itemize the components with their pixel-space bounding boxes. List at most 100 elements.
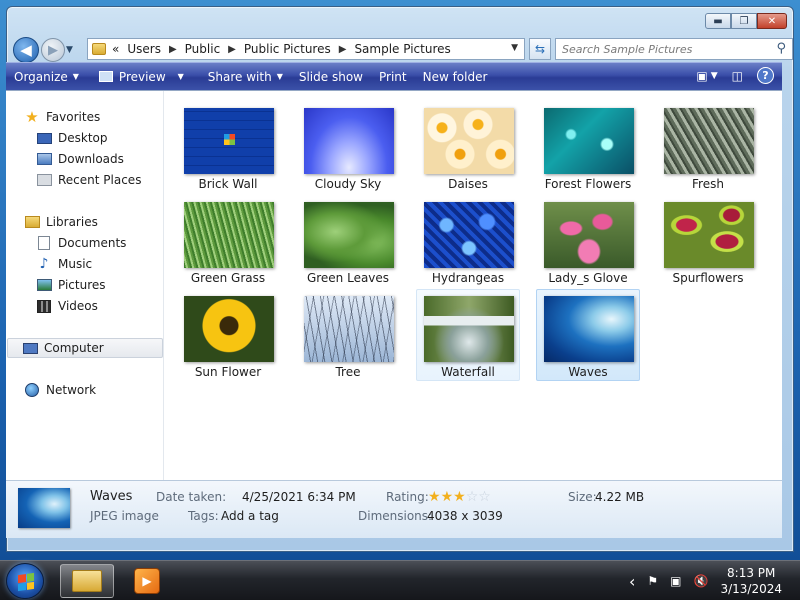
nav-documents-label: Documents xyxy=(58,236,127,250)
search-box[interactable]: ⚲ xyxy=(555,38,793,60)
preview-button[interactable]: Preview ▼ xyxy=(91,70,192,84)
star-icon[interactable]: ★ xyxy=(441,490,454,504)
chevron-right-icon[interactable]: ▶ xyxy=(228,44,236,55)
file-tile[interactable]: Waves xyxy=(536,289,640,381)
minimize-button[interactable]: ▬ xyxy=(705,13,731,29)
forward-button[interactable]: ▶ xyxy=(41,38,65,62)
file-tile[interactable]: Forest Flowers xyxy=(536,101,640,193)
organize-menu[interactable]: Organize ▼ xyxy=(6,70,87,84)
breadcrumb-users[interactable]: Users xyxy=(127,42,161,56)
file-tile[interactable]: Hydrangeas xyxy=(416,195,520,287)
chevron-right-icon[interactable]: ▶ xyxy=(169,44,177,55)
star-icon[interactable]: ☆ xyxy=(478,490,491,504)
star-icon[interactable]: ★ xyxy=(453,490,466,504)
nav-documents[interactable]: Documents xyxy=(36,233,126,253)
folder-icon xyxy=(92,43,106,55)
command-bar: Organize ▼ Preview ▼ Share with ▼ Slide sho… xyxy=(6,62,782,90)
title-bar[interactable]: ▬ ❐ ✕ xyxy=(7,7,793,35)
nav-downloads[interactable]: Downloads xyxy=(36,149,124,169)
file-tile[interactable]: Green Grass xyxy=(176,195,280,287)
clock-date: 3/13/2024 xyxy=(720,582,782,596)
nav-videos[interactable]: Videos xyxy=(36,296,98,316)
show-hidden-icons-button[interactable]: ‹ xyxy=(629,572,635,591)
file-tile[interactable]: Daises xyxy=(416,101,520,193)
nav-desktop[interactable]: Desktop xyxy=(36,128,108,148)
file-tile[interactable]: Fresh xyxy=(656,101,760,193)
start-button[interactable] xyxy=(6,563,44,599)
nav-pictures[interactable]: Pictures xyxy=(36,275,106,295)
star-icon: ★ xyxy=(25,108,39,126)
address-bar[interactable]: « Users ▶ Public ▶ Public Pictures ▶ Sam… xyxy=(87,38,525,60)
green-leaves-thumbnail xyxy=(304,202,394,268)
breadcrumb-sample-pictures[interactable]: Sample Pictures xyxy=(354,42,450,56)
file-name: Sun Flower xyxy=(194,365,262,379)
file-tile[interactable]: Brick Wall xyxy=(176,101,280,193)
taskbar-media-player-button[interactable]: ▶ xyxy=(120,564,174,598)
waves-thumbnail xyxy=(544,296,634,362)
address-dropdown-icon[interactable]: ▼ xyxy=(511,43,518,53)
downloads-icon xyxy=(36,152,52,166)
volume-muted-icon[interactable]: 🔇 xyxy=(694,574,709,588)
file-tile[interactable]: Green Leaves xyxy=(296,195,400,287)
breadcrumb-public-pictures[interactable]: Public Pictures xyxy=(244,42,331,56)
file-tile[interactable]: Lady_s Glove xyxy=(536,195,640,287)
clock[interactable]: 8:13 PM 3/13/2024 xyxy=(720,565,782,597)
nav-network[interactable]: Network xyxy=(24,380,96,400)
back-button[interactable]: ◀ xyxy=(13,37,39,63)
breadcrumb-overflow[interactable]: « xyxy=(112,42,119,56)
file-tile[interactable]: Tree xyxy=(296,289,400,381)
file-name: Cloudy Sky xyxy=(314,177,382,191)
share-with-label: Share with xyxy=(207,69,272,84)
tags-value[interactable]: Add a tag xyxy=(221,509,279,523)
help-button[interactable]: ? xyxy=(757,67,774,84)
file-tile[interactable]: Sun Flower xyxy=(176,289,280,381)
network-status-icon[interactable]: ▣ xyxy=(670,574,681,588)
date-taken-value[interactable]: 4/25/2021 6:34 PM xyxy=(242,490,356,504)
taskbar-explorer-button[interactable] xyxy=(60,564,114,598)
star-icon[interactable]: ★ xyxy=(428,490,441,504)
nav-network-label: Network xyxy=(46,383,97,397)
rating-stars[interactable]: ★ ★ ★ ☆ ☆ xyxy=(428,490,491,504)
action-center-flag-icon[interactable]: ⚑ xyxy=(647,574,658,588)
file-tile[interactable]: Spurflowers xyxy=(656,195,760,287)
print-button[interactable]: Print xyxy=(371,70,415,84)
maximize-button[interactable]: ❐ xyxy=(731,13,757,29)
nav-favorites-label: Favorites xyxy=(46,110,101,124)
selected-file-thumbnail xyxy=(18,488,70,528)
new-folder-button[interactable]: New folder xyxy=(415,70,496,84)
nav-computer[interactable]: Computer xyxy=(7,338,163,358)
file-name: Forest Flowers xyxy=(544,177,632,191)
share-with-menu[interactable]: Share with ▼ xyxy=(200,70,291,84)
star-icon[interactable]: ☆ xyxy=(466,490,479,504)
file-name: Brick Wall xyxy=(198,177,258,191)
selected-file-type: JPEG image xyxy=(90,509,159,523)
file-name: Spurflowers xyxy=(672,271,744,285)
dimensions-label: Dimensions: xyxy=(358,509,433,523)
preview-pane-icon[interactable]: ◫ xyxy=(732,69,743,83)
nav-desktop-label: Desktop xyxy=(58,131,108,145)
file-tile[interactable]: Cloudy Sky xyxy=(296,101,400,193)
date-taken-label: Date taken: xyxy=(156,490,227,504)
nav-favorites[interactable]: ★ Favorites xyxy=(24,107,100,127)
view-dropdown-icon[interactable]: ▼ xyxy=(711,71,718,81)
breadcrumb-public[interactable]: Public xyxy=(185,42,221,56)
nav-recent-places[interactable]: Recent Places xyxy=(36,170,141,190)
file-name: Waves xyxy=(568,365,608,379)
nav-libraries[interactable]: Libraries xyxy=(24,212,98,232)
file-name: Tree xyxy=(335,365,361,379)
search-input[interactable] xyxy=(562,42,762,56)
file-tile[interactable]: Waterfall xyxy=(416,289,520,381)
chevron-right-icon[interactable]: ▶ xyxy=(339,44,347,55)
nav-music[interactable]: ♪ Music xyxy=(36,254,93,274)
refresh-button[interactable]: ⇆ xyxy=(529,38,551,60)
search-icon[interactable]: ⚲ xyxy=(776,41,786,56)
slide-show-button[interactable]: Slide show xyxy=(291,70,371,84)
libraries-icon xyxy=(24,215,40,229)
recent-pages-dropdown[interactable]: ▼ xyxy=(66,45,76,55)
change-view-icon[interactable]: ▣ xyxy=(696,69,707,83)
nav-videos-label: Videos xyxy=(58,299,98,313)
chevron-down-icon: ▼ xyxy=(72,72,79,81)
close-button[interactable]: ✕ xyxy=(757,13,787,29)
hydrangeas-thumbnail xyxy=(424,202,514,268)
size-label: Size: xyxy=(568,490,597,504)
